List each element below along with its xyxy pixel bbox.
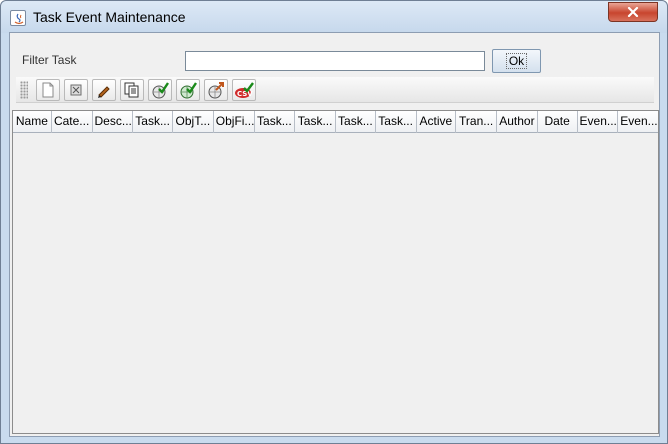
column-header[interactable]: Task... xyxy=(295,111,337,133)
toolbar-grip[interactable] xyxy=(20,81,28,99)
window-title: Task Event Maintenance xyxy=(33,9,186,25)
new-button[interactable] xyxy=(36,79,60,101)
csv-export-button[interactable]: CSV xyxy=(232,79,256,101)
column-header[interactable]: Cate... xyxy=(52,111,93,133)
column-header[interactable]: Tran... xyxy=(456,111,498,133)
column-header[interactable]: Task... xyxy=(336,111,376,133)
column-header[interactable]: ObjT... xyxy=(173,111,214,133)
toolbar: CSV xyxy=(16,77,654,103)
column-header[interactable]: Even... xyxy=(618,111,658,133)
column-header[interactable]: Desc... xyxy=(93,111,134,133)
column-header[interactable]: ObjFi... xyxy=(214,111,255,133)
edit-pencil-icon xyxy=(98,86,110,98)
table-body[interactable] xyxy=(13,133,658,433)
new-icon xyxy=(42,82,54,98)
ok-button[interactable]: Ok xyxy=(492,49,541,73)
client-area: Filter Task Ok CSV Name Cate... Desc... … xyxy=(9,32,660,437)
globe-export-button[interactable] xyxy=(204,79,228,101)
globe-check-button[interactable] xyxy=(148,79,172,101)
ok-button-label: Ok xyxy=(505,53,528,69)
copy-icon xyxy=(124,82,139,98)
filter-task-label: Filter Task xyxy=(22,53,77,67)
svg-text:CSV: CSV xyxy=(237,90,253,98)
filter-task-input[interactable] xyxy=(185,51,485,71)
column-header[interactable]: Name xyxy=(13,111,52,133)
java-app-icon xyxy=(10,10,26,26)
delete-button[interactable] xyxy=(64,79,88,101)
column-header[interactable]: Active xyxy=(417,111,457,133)
column-header[interactable]: Author xyxy=(497,111,538,133)
column-header[interactable]: Task... xyxy=(133,111,174,133)
column-header[interactable]: Task... xyxy=(255,111,296,133)
close-button[interactable] xyxy=(608,2,658,22)
globe-add-button[interactable] xyxy=(176,79,200,101)
task-event-table[interactable]: Name Cate... Desc... Task... ObjT... Obj… xyxy=(12,110,659,434)
app-window: Task Event Maintenance Filter Task Ok CS… xyxy=(0,0,668,444)
globe-check-icon xyxy=(152,82,169,99)
globe-add-icon xyxy=(180,82,197,99)
column-header[interactable]: Task... xyxy=(376,111,417,133)
column-header[interactable]: Date xyxy=(538,111,578,133)
globe-export-icon xyxy=(208,82,224,99)
table-header: Name Cate... Desc... Task... ObjT... Obj… xyxy=(13,111,658,133)
copy-button[interactable] xyxy=(120,79,144,101)
close-icon xyxy=(627,7,639,17)
csv-export-icon: CSV xyxy=(235,82,254,98)
column-header[interactable]: Even... xyxy=(578,111,619,133)
edit-button[interactable] xyxy=(92,79,116,101)
title-bar[interactable]: Task Event Maintenance xyxy=(1,1,667,33)
delete-icon xyxy=(70,84,82,96)
